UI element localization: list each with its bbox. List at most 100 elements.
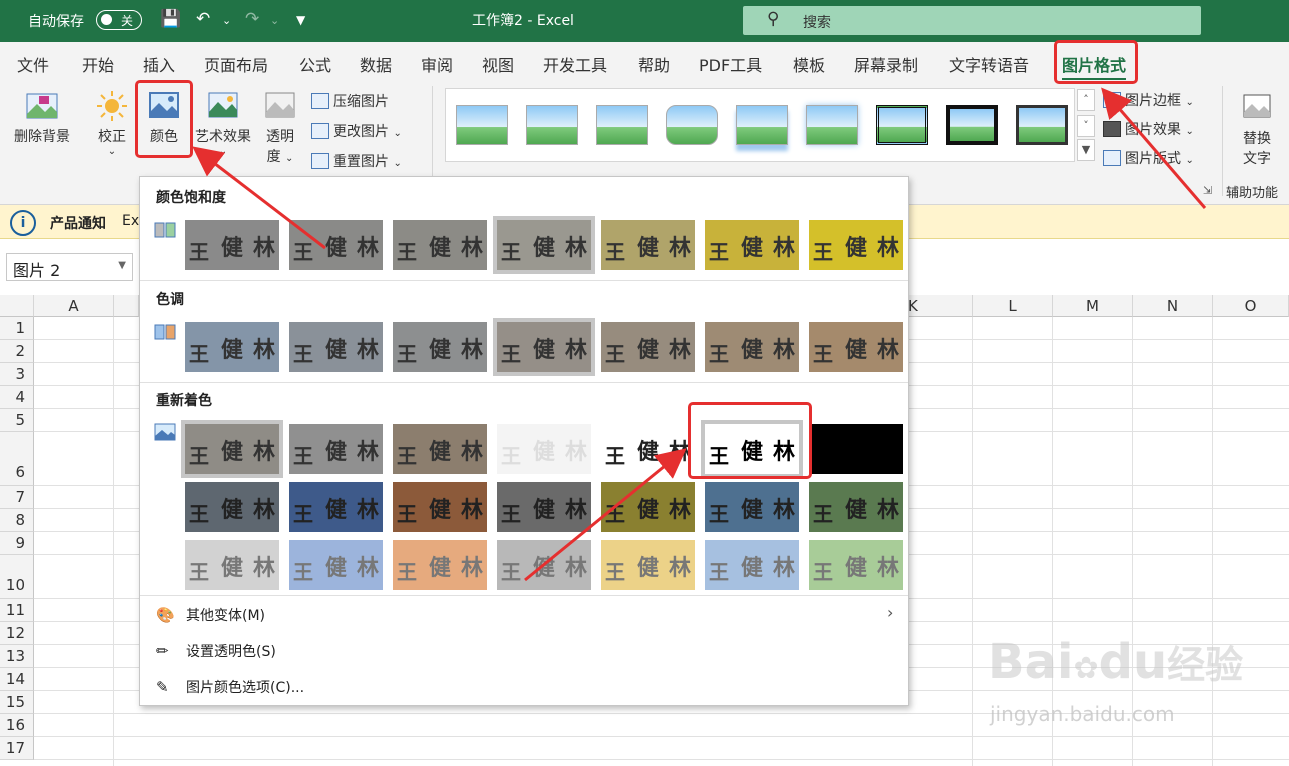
tab-file[interactable]: 文件 bbox=[17, 52, 49, 76]
column-header-n[interactable]: N bbox=[1133, 295, 1213, 317]
picture-style-thick-frame[interactable] bbox=[946, 105, 998, 145]
recolor-option[interactable]: 王健林 bbox=[601, 482, 695, 532]
recolor-option[interactable]: 王健林 bbox=[809, 540, 903, 590]
gallery-more[interactable]: ▼ bbox=[1077, 139, 1095, 161]
column-header-o[interactable]: O bbox=[1213, 295, 1289, 317]
undo-dropdown-icon[interactable]: ⌄ bbox=[222, 14, 231, 27]
alt-text-button[interactable]: 替换 文字 bbox=[1232, 92, 1282, 168]
tone-option[interactable]: 王健林 bbox=[393, 322, 487, 372]
row-header[interactable]: 12 bbox=[0, 622, 34, 645]
recolor-option[interactable]: 王健林 bbox=[809, 424, 903, 474]
tab-templates[interactable]: 模板 bbox=[793, 52, 825, 76]
recolor-option[interactable]: 王健林 bbox=[497, 540, 591, 590]
undo-icon[interactable]: ↶ bbox=[196, 9, 210, 29]
picture-style-beveled[interactable] bbox=[526, 105, 578, 145]
recolor-option[interactable]: 王健林 bbox=[185, 540, 279, 590]
row-header[interactable]: 5 bbox=[0, 409, 34, 432]
recolor-option[interactable]: 王健林 bbox=[497, 424, 591, 474]
row-header[interactable]: 13 bbox=[0, 645, 34, 668]
chevron-down-icon[interactable]: ▼ bbox=[118, 260, 126, 271]
transparency-button[interactable]: 透明 度 ⌄ bbox=[260, 90, 300, 166]
tab-page-layout[interactable]: 页面布局 bbox=[204, 52, 268, 76]
customize-toolbar-icon[interactable]: ▼ bbox=[296, 13, 305, 27]
saturation-option[interactable]: 王健林 bbox=[601, 220, 695, 270]
row-header[interactable]: 9 bbox=[0, 532, 34, 555]
set-transparent-color-item[interactable]: ✏ 设置透明色(S) bbox=[156, 641, 276, 661]
tab-review[interactable]: 审阅 bbox=[421, 52, 453, 76]
tab-formulas[interactable]: 公式 bbox=[299, 52, 331, 76]
column-header-l[interactable]: L bbox=[973, 295, 1053, 317]
tone-option[interactable]: 王健林 bbox=[493, 318, 595, 376]
gallery-scroll-up[interactable]: ˄ bbox=[1077, 89, 1095, 111]
row-header[interactable]: 16 bbox=[0, 714, 34, 737]
recolor-option[interactable]: 王健林 bbox=[497, 482, 591, 532]
saturation-option[interactable]: 王健林 bbox=[393, 220, 487, 270]
saturation-option[interactable]: 王健林 bbox=[493, 216, 595, 274]
redo-dropdown-icon[interactable]: ⌄ bbox=[270, 14, 279, 27]
tab-screen-recording[interactable]: 屏幕录制 bbox=[854, 52, 918, 76]
recolor-option[interactable]: 王健林 bbox=[601, 424, 695, 474]
picture-effects-button[interactable]: 图片效果 ⌄ bbox=[1103, 119, 1194, 139]
remove-background-button[interactable]: 删除背景 bbox=[10, 90, 74, 146]
picture-layout-button[interactable]: 图片版式 ⌄ bbox=[1103, 148, 1194, 168]
save-icon[interactable]: 💾 bbox=[160, 9, 181, 29]
recolor-option[interactable]: 王健林 bbox=[393, 540, 487, 590]
recolor-option[interactable]: 王健林 bbox=[185, 482, 279, 532]
row-header[interactable]: 2 bbox=[0, 340, 34, 363]
picture-style-black-frame[interactable] bbox=[1016, 105, 1068, 145]
picture-style-double-frame[interactable] bbox=[876, 105, 928, 145]
redo-icon[interactable]: ↷ bbox=[245, 9, 259, 29]
reset-picture-button[interactable]: 重置图片 ⌄ bbox=[311, 151, 402, 171]
tab-developer[interactable]: 开发工具 bbox=[543, 52, 607, 76]
saturation-option[interactable]: 王健林 bbox=[705, 220, 799, 270]
recolor-option[interactable]: 王健林 bbox=[705, 540, 799, 590]
row-header[interactable]: 6 bbox=[0, 432, 34, 486]
recolor-option[interactable]: 王健林 bbox=[393, 424, 487, 474]
recolor-option[interactable]: 王健林 bbox=[601, 540, 695, 590]
recolor-option[interactable]: 王健林 bbox=[289, 424, 383, 474]
corrections-button[interactable]: 校正 ⌄ bbox=[92, 90, 132, 157]
picture-border-button[interactable]: 图片边框 ⌄ bbox=[1103, 90, 1194, 110]
tab-insert[interactable]: 插入 bbox=[143, 52, 175, 76]
more-variants-item[interactable]: 🎨 其他变体(M) bbox=[156, 605, 265, 625]
saturation-option[interactable]: 王健林 bbox=[809, 220, 903, 270]
recolor-option[interactable]: 王健林 bbox=[705, 482, 799, 532]
row-header[interactable]: 4 bbox=[0, 386, 34, 409]
picture-style-rounded[interactable] bbox=[666, 105, 718, 145]
row-header[interactable]: 11 bbox=[0, 599, 34, 622]
saturation-option[interactable]: 王健林 bbox=[185, 220, 279, 270]
select-all-corner[interactable] bbox=[0, 295, 34, 317]
tone-option[interactable]: 王健林 bbox=[185, 322, 279, 372]
row-header[interactable]: 15 bbox=[0, 691, 34, 714]
compress-pictures-button[interactable]: 压缩图片 bbox=[311, 91, 389, 111]
tab-home[interactable]: 开始 bbox=[82, 52, 114, 76]
column-header-b[interactable] bbox=[114, 295, 139, 317]
artistic-effects-button[interactable]: 艺术效果 ⌄ bbox=[191, 90, 255, 157]
tone-option[interactable]: 王健林 bbox=[601, 322, 695, 372]
recolor-option[interactable]: 王健林 bbox=[393, 482, 487, 532]
change-picture-button[interactable]: 更改图片 ⌄ bbox=[311, 121, 402, 141]
tab-help[interactable]: 帮助 bbox=[638, 52, 670, 76]
picture-style-simple-frame[interactable] bbox=[456, 105, 508, 145]
row-header[interactable]: 17 bbox=[0, 737, 34, 760]
recolor-option[interactable]: 王健林 bbox=[289, 540, 383, 590]
tone-option[interactable]: 王健林 bbox=[809, 322, 903, 372]
tone-option[interactable]: 王健林 bbox=[289, 322, 383, 372]
tab-text-to-speech[interactable]: 文字转语音 bbox=[949, 52, 1029, 76]
row-header[interactable]: 1 bbox=[0, 317, 34, 340]
recolor-option[interactable]: 王健林 bbox=[181, 420, 283, 478]
picture-style-soft-edge[interactable] bbox=[806, 105, 858, 145]
tab-data[interactable]: 数据 bbox=[360, 52, 392, 76]
column-header-a[interactable]: A bbox=[34, 295, 114, 317]
recolor-option[interactable]: 王健林 bbox=[289, 482, 383, 532]
picture-color-options-item[interactable]: ✎ 图片颜色选项(C)... bbox=[156, 677, 304, 697]
search-box[interactable]: ⚲ 搜索 bbox=[743, 6, 1201, 35]
recolor-option[interactable]: 王健林 bbox=[809, 482, 903, 532]
row-header[interactable]: 10 bbox=[0, 555, 34, 599]
row-header[interactable]: 7 bbox=[0, 486, 34, 509]
row-header[interactable]: 14 bbox=[0, 668, 34, 691]
picture-style-drop-shadow[interactable] bbox=[596, 105, 648, 145]
name-box[interactable]: 图片 2 ▼ bbox=[6, 253, 133, 281]
saturation-option[interactable]: 王健林 bbox=[289, 220, 383, 270]
row-header[interactable]: 3 bbox=[0, 363, 34, 386]
